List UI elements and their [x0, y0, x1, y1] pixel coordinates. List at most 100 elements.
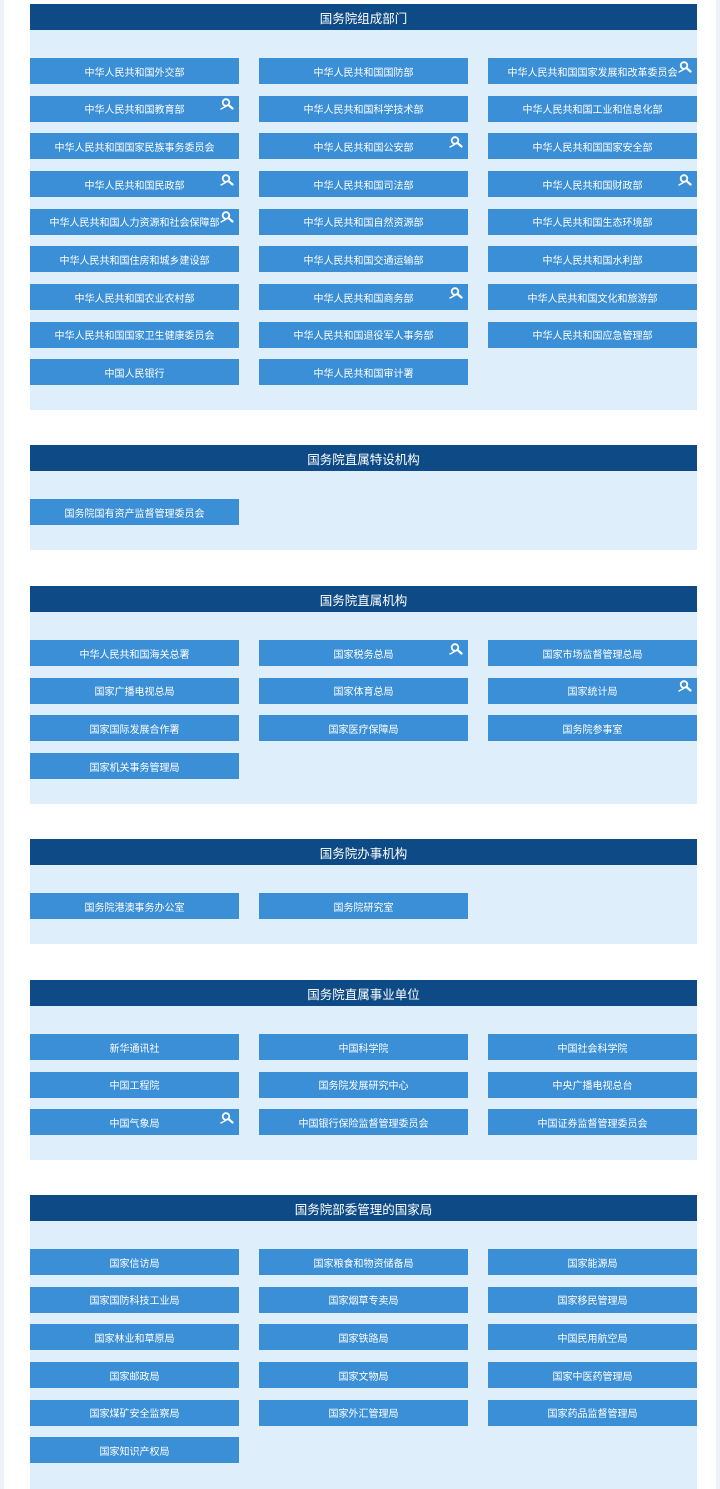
- department-link[interactable]: 国家林业和草原局: [30, 1324, 239, 1351]
- department-link[interactable]: 中华人民共和国商务部: [259, 284, 468, 311]
- magnifier-person-icon[interactable]: [676, 679, 695, 693]
- department-link[interactable]: 国家机关事务管理局: [30, 753, 239, 779]
- magnifier-person-icon[interactable]: [447, 134, 466, 148]
- magnifier-person-icon[interactable]: [218, 210, 237, 224]
- department-label: 中华人民共和国国家发展和改革委员会: [507, 67, 678, 79]
- department-link[interactable]: 国家统计局: [488, 677, 697, 704]
- section-5: 国务院直属事业单位 新华通讯社 中国科学院 中国社会科学院 中国工程院 国务院发展研究中心…: [30, 980, 697, 1160]
- department-label: 中华人民共和国国家安全部: [532, 142, 653, 154]
- department-label: 中华人民共和国公安部: [313, 142, 414, 154]
- section-title: 国务院直属机构: [30, 586, 697, 612]
- magnifier-person-icon[interactable]: [676, 59, 695, 73]
- department-link[interactable]: 中华人民共和国农业农村部: [30, 284, 239, 311]
- department-link[interactable]: 国家药品监督管理局: [488, 1399, 697, 1426]
- magnifier-person-icon[interactable]: [218, 172, 237, 186]
- department-link[interactable]: 国家外汇管理局: [259, 1399, 468, 1426]
- department-link[interactable]: 中华人民共和国退役军人事务部: [259, 321, 468, 348]
- department-label: 中华人民共和国国家民族事务委员会: [54, 142, 215, 154]
- department-link[interactable]: 中华人民共和国外交部: [30, 58, 239, 84]
- department-link[interactable]: 国务院发展研究中心: [259, 1071, 468, 1098]
- department-link[interactable]: 中华人民共和国民政部: [30, 171, 239, 197]
- department-label: 中华人民共和国财政部: [542, 180, 643, 192]
- department-link[interactable]: 国家国防科技工业局: [30, 1286, 239, 1313]
- department-link[interactable]: 中华人民共和国国家发展和改革委员会: [488, 58, 697, 84]
- section-title: 国务院办事机构: [30, 839, 697, 865]
- department-link[interactable]: 国家粮食和物资储备局: [259, 1249, 468, 1275]
- department-label: 国家知识产权局: [99, 1446, 170, 1458]
- department-link[interactable]: 国家知识产权局: [30, 1437, 239, 1464]
- magnifier-person-icon[interactable]: [218, 1110, 237, 1124]
- department-link[interactable]: 中华人民共和国财政部: [488, 171, 697, 197]
- department-label: 国家移民管理局: [557, 1296, 628, 1308]
- magnifier-person-icon[interactable]: [447, 641, 466, 655]
- department-link[interactable]: 国务院研究室: [259, 893, 468, 919]
- department-link[interactable]: 中华人民共和国国家卫生健康委员会: [30, 321, 239, 348]
- department-link[interactable]: 中国银行保险监督管理委员会: [259, 1109, 468, 1136]
- department-label: 国家统计局: [567, 687, 618, 699]
- department-label: 中国证券监督管理委员会: [537, 1118, 648, 1130]
- department-label: 国家机关事务管理局: [89, 762, 180, 774]
- department-link[interactable]: 中国人民银行: [30, 359, 239, 386]
- department-link[interactable]: 中华人民共和国国防部: [259, 58, 468, 84]
- department-link[interactable]: 国家文物局: [259, 1362, 468, 1388]
- department-link[interactable]: 国家医疗保障局: [259, 715, 468, 742]
- department-link[interactable]: 中华人民共和国住房和城乡建设部: [30, 246, 239, 273]
- department-link[interactable]: 中国社会科学院: [488, 1034, 697, 1060]
- section-title: 国务院直属特设机构: [30, 445, 697, 471]
- department-link[interactable]: 国家能源局: [488, 1249, 697, 1275]
- department-label: 中华人民共和国住房和城乡建设部: [59, 255, 210, 267]
- department-link[interactable]: 国家移民管理局: [488, 1286, 697, 1313]
- department-link[interactable]: 中华人民共和国应急管理部: [488, 321, 697, 348]
- department-link[interactable]: 中华人民共和国自然资源部: [259, 208, 468, 235]
- department-link[interactable]: 中华人民共和国交通运输部: [259, 246, 468, 273]
- department-link[interactable]: 国家烟草专卖局: [259, 1286, 468, 1313]
- department-link[interactable]: 国家广播电视总局: [30, 677, 239, 704]
- department-label: 国家粮食和物资储备局: [313, 1258, 414, 1270]
- department-link[interactable]: 中国气象局: [30, 1109, 239, 1136]
- magnifier-person-icon[interactable]: [676, 172, 695, 186]
- department-link[interactable]: 中华人民共和国公安部: [259, 133, 468, 160]
- department-link[interactable]: 中华人民共和国文化和旅游部: [488, 284, 697, 311]
- department-link[interactable]: 中华人民共和国司法部: [259, 171, 468, 197]
- department-link[interactable]: 中国科学院: [259, 1034, 468, 1060]
- department-link[interactable]: 新华通讯社: [30, 1034, 239, 1060]
- department-label: 中华人民共和国应急管理部: [532, 331, 653, 343]
- department-link[interactable]: 国务院参事室: [488, 715, 697, 742]
- department-label: 中华人民共和国审计署: [313, 368, 414, 380]
- department-link[interactable]: 中国证券监督管理委员会: [488, 1109, 697, 1136]
- department-label: 中国民用航空局: [557, 1333, 628, 1345]
- department-link[interactable]: 中国民用航空局: [488, 1324, 697, 1351]
- department-link[interactable]: 中国工程院: [30, 1071, 239, 1098]
- department-link[interactable]: 中华人民共和国工业和信息化部: [488, 95, 697, 122]
- department-link[interactable]: 国家中医药管理局: [488, 1362, 697, 1388]
- department-link[interactable]: 中华人民共和国人力资源和社会保障部: [30, 208, 239, 235]
- department-label: 中国社会科学院: [557, 1043, 628, 1055]
- department-link[interactable]: 国家国际发展合作署: [30, 715, 239, 742]
- magnifier-person-icon[interactable]: [447, 285, 466, 299]
- magnifier-person-icon[interactable]: [218, 97, 237, 111]
- department-link[interactable]: 中华人民共和国生态环境部: [488, 208, 697, 235]
- department-label: 国家文物局: [338, 1371, 389, 1383]
- department-link[interactable]: 国家铁路局: [259, 1324, 468, 1351]
- department-label: 国家医疗保障局: [328, 724, 399, 736]
- department-label: 国家广播电视总局: [94, 687, 175, 699]
- department-link[interactable]: 中华人民共和国国家民族事务委员会: [30, 133, 239, 160]
- department-link[interactable]: 中华人民共和国海关总署: [30, 640, 239, 666]
- department-link[interactable]: 国务院国有资产监督管理委员会: [30, 499, 239, 525]
- department-link[interactable]: 国家税务总局: [259, 640, 468, 666]
- department-link[interactable]: 国家体育总局: [259, 677, 468, 704]
- department-label: 中华人民共和国海关总署: [79, 649, 190, 661]
- department-link[interactable]: 中华人民共和国科学技术部: [259, 95, 468, 122]
- department-link[interactable]: 国家市场监督管理总局: [488, 640, 697, 666]
- department-link[interactable]: 国家煤矿安全监察局: [30, 1399, 239, 1426]
- section-3: 国务院直属机构中华人民共和国海关总署 国家税务总局 国家市场监督管理总局国家广播电视…: [30, 586, 697, 804]
- department-link[interactable]: 中华人民共和国教育部: [30, 95, 239, 122]
- department-link[interactable]: 国家信访局: [30, 1249, 239, 1275]
- department-label: 国家林业和草原局: [94, 1333, 175, 1345]
- department-link[interactable]: 中华人民共和国水利部: [488, 246, 697, 273]
- department-link[interactable]: 国家邮政局: [30, 1362, 239, 1388]
- department-link[interactable]: 中华人民共和国国家安全部: [488, 133, 697, 160]
- department-link[interactable]: 中央广播电视总台: [488, 1071, 697, 1098]
- department-link[interactable]: 中华人民共和国审计署: [259, 359, 468, 386]
- department-link[interactable]: 国务院港澳事务办公室: [30, 893, 239, 919]
